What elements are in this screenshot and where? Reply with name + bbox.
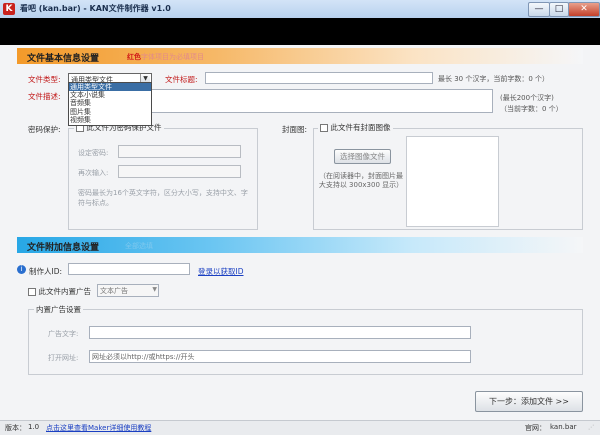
- cover-preview: [406, 136, 499, 227]
- banner-area: [0, 18, 600, 45]
- ad-settings-title: 内置广告设置: [34, 304, 83, 315]
- status-bar: 版本： 1.0 点击这里查看Maker详细使用教程 官网： kan.bar ⋰: [0, 420, 600, 435]
- creator-id-input[interactable]: [68, 263, 190, 275]
- ad-text-label: 广告文字:: [48, 330, 79, 338]
- section-extra-note: 全部选填: [125, 242, 153, 250]
- chevron-down-icon[interactable]: ▼: [152, 286, 157, 293]
- confirm-password-label: 再次输入:: [78, 169, 109, 177]
- close-button[interactable]: ✕: [568, 2, 600, 17]
- version-label: 版本：: [5, 424, 26, 432]
- section-extra-title: 文件附加信息设置: [27, 243, 100, 253]
- next-add-file-button[interactable]: 下一步：添加文件 >>: [475, 391, 583, 412]
- dropdown-option[interactable]: 视频集: [69, 116, 151, 124]
- password-label: 密码保护:: [28, 125, 61, 134]
- section-basic-header: 文件基本信息设置 红色字体项目为必填项目: [17, 48, 583, 64]
- creator-id-label: 制作人ID:: [29, 267, 63, 276]
- site-label: 官网：: [525, 424, 546, 432]
- ad-text-input[interactable]: [89, 326, 471, 339]
- file-desc-hint-count: （当前字数：0 个）: [500, 105, 563, 113]
- site-link[interactable]: kan.bar: [550, 423, 577, 431]
- version-value: 1.0: [28, 423, 40, 431]
- section-basic-note: 红色字体项目为必填项目: [127, 53, 204, 61]
- section-extra-header: 文件附加信息设置 全部选填: [17, 237, 583, 253]
- file-type-dropdown[interactable]: 通用类型文件 文本小说集 音频集 图片集 视频集: [68, 82, 152, 126]
- file-title-label: 文件标题:: [165, 75, 198, 84]
- section-basic-title: 文件基本信息设置: [27, 54, 100, 64]
- dropdown-option[interactable]: 图片集: [69, 108, 151, 116]
- cover-checkbox-row[interactable]: 此文件有封面图像: [318, 122, 393, 133]
- file-desc-hint-max: (最长200个汉字): [500, 94, 554, 102]
- ad-type-select[interactable]: 文本广告 ▼: [97, 284, 159, 297]
- confirm-password-input[interactable]: [118, 165, 241, 178]
- set-password-label: 设定密码:: [78, 149, 109, 157]
- select-image-button[interactable]: 选择图像文件: [334, 149, 391, 164]
- cover-label: 封面图:: [282, 125, 308, 134]
- password-note: 密码最长为16个英文字符，区分大小写，支持中文、字符与标点。: [78, 189, 248, 207]
- tutorial-link[interactable]: 点击这里查看Maker详细使用教程: [46, 423, 151, 433]
- ad-url-input[interactable]: 网址必须以http://或https://开头: [89, 350, 471, 363]
- cover-checkbox[interactable]: [320, 123, 328, 132]
- file-title-hint: 最长 30 个汉字，当前字数：0 个）: [438, 75, 550, 83]
- dropdown-option[interactable]: 音频集: [69, 99, 151, 107]
- password-group: [68, 128, 258, 230]
- maximize-button[interactable]: □: [549, 2, 569, 17]
- ads-checkbox-row[interactable]: 此文件内置广告: [28, 286, 91, 297]
- cover-note: （在阅读器中，封面图片最大支持以 300x300 显示）: [318, 172, 404, 189]
- set-password-input[interactable]: [118, 145, 241, 158]
- ad-url-label: 打开网址:: [48, 354, 79, 362]
- info-icon: i: [17, 265, 26, 274]
- file-desc-label: 文件描述:: [28, 92, 61, 101]
- minimize-button[interactable]: —: [528, 2, 550, 17]
- ads-checkbox[interactable]: [28, 287, 36, 296]
- resize-grip-icon[interactable]: ⋰: [588, 424, 594, 431]
- app-logo-icon: K: [3, 3, 15, 15]
- file-type-label: 文件类型:: [28, 75, 61, 84]
- title-bar: K 看吧 (kan.bar) - KAN文件制作器 v1.0 — □ ✕: [0, 0, 600, 19]
- dropdown-option[interactable]: 通用类型文件: [69, 83, 151, 92]
- ad-settings-group: [28, 309, 583, 375]
- login-link[interactable]: 登录以获取ID: [198, 266, 244, 277]
- file-title-input[interactable]: [205, 72, 433, 84]
- window-title: 看吧 (kan.bar) - KAN文件制作器 v1.0: [20, 4, 171, 13]
